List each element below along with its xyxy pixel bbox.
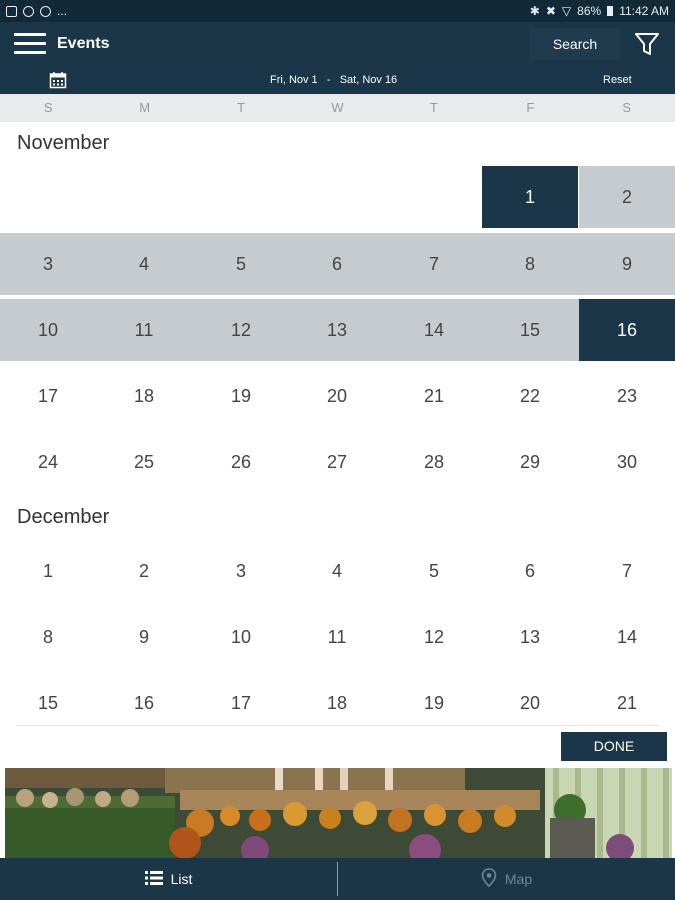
week-row: 10 11 12 13 14 15 16 [0, 299, 675, 361]
menu-icon[interactable] [14, 33, 46, 55]
maps-notification-icon [40, 5, 51, 17]
filter-icon[interactable] [632, 30, 662, 58]
day-cell[interactable]: 3 [0, 233, 96, 295]
week-row: 3 4 5 6 7 8 9 [0, 233, 675, 295]
range-separator: - [326, 74, 331, 86]
weekday-sun: S [43, 100, 53, 115]
week-row: 1 2 3 4 5 6 7 [0, 540, 675, 602]
status-more-text: ... [57, 4, 68, 18]
weekday-sat: S [622, 100, 632, 115]
tab-map-label: Map [504, 871, 533, 887]
day-cell[interactable]: 9 [579, 233, 675, 295]
day-cell-selected-end[interactable]: 16 [579, 299, 675, 361]
week-row: 24 25 26 27 28 29 30 [0, 431, 675, 493]
day-cell[interactable]: 7 [579, 540, 675, 602]
day-cell[interactable]: 11 [289, 606, 385, 668]
event-photo[interactable] [5, 768, 672, 858]
day-cell[interactable]: 24 [0, 431, 96, 493]
week-row: 8 9 10 11 12 13 14 [0, 606, 675, 668]
tab-list[interactable]: List [0, 858, 337, 900]
day-cell[interactable]: 21 [386, 365, 482, 427]
day-cell[interactable]: 3 [193, 540, 289, 602]
day-cell[interactable]: 4 [96, 233, 192, 295]
day-cell[interactable]: 25 [96, 431, 192, 493]
weekday-thu: T [429, 100, 438, 115]
weekday-fri: F [526, 100, 535, 115]
day-cell[interactable]: 1 [0, 540, 96, 602]
day-cell[interactable]: 13 [289, 299, 385, 361]
week-row: 1 2 [0, 166, 675, 228]
day-cell[interactable]: 23 [579, 365, 675, 427]
day-cell[interactable]: 28 [386, 431, 482, 493]
page-title: Events [57, 35, 110, 52]
day-cell[interactable]: 12 [193, 299, 289, 361]
day-cell-selected-start[interactable]: 1 [482, 166, 578, 228]
battery-icon [607, 6, 614, 16]
reset-button[interactable]: Reset [603, 74, 632, 86]
month-title-november: November [17, 132, 110, 154]
month-title-december: December [17, 506, 110, 528]
day-cell[interactable]: 27 [289, 431, 385, 493]
day-cell[interactable]: 29 [482, 431, 578, 493]
bluetooth-icon: ✱ [529, 4, 540, 18]
calendar-icon[interactable] [49, 71, 67, 89]
tab-list-label: List [170, 871, 193, 887]
map-pin-icon [481, 867, 497, 891]
gallery-notification-icon [6, 5, 17, 17]
app-bar: Events Search [0, 22, 675, 66]
date-range-bar: Fri, Nov 1 - Sat, Nov 16 Reset [0, 66, 675, 94]
weekday-mon: M [139, 100, 151, 115]
day-cell[interactable]: 6 [482, 540, 578, 602]
day-cell[interactable]: 5 [193, 233, 289, 295]
mute-icon: ✖ [545, 4, 556, 18]
date-range-label: Fri, Nov 1 - Sat, Nov 16 [270, 74, 397, 86]
day-cell[interactable]: 17 [0, 365, 96, 427]
day-cell[interactable]: 7 [386, 233, 482, 295]
day-cell[interactable]: 8 [482, 233, 578, 295]
clock: 11:42 AM [619, 4, 669, 18]
calendar-divider [16, 725, 659, 726]
day-cell[interactable]: 10 [0, 299, 96, 361]
day-cell[interactable]: 8 [0, 606, 96, 668]
range-start: Fri, Nov 1 [270, 74, 318, 86]
status-bar: ... ✱ ✖ ▽ 86% 11:42 AM [0, 0, 675, 22]
tab-map[interactable]: Map [338, 858, 675, 900]
day-cell[interactable]: 18 [96, 365, 192, 427]
day-cell[interactable]: 14 [579, 606, 675, 668]
day-cell[interactable]: 4 [289, 540, 385, 602]
done-button[interactable]: DONE [561, 732, 667, 761]
day-cell[interactable]: 10 [193, 606, 289, 668]
range-end: Sat, Nov 16 [339, 74, 398, 86]
search-button[interactable]: Search [530, 28, 620, 60]
day-cell[interactable]: 19 [193, 365, 289, 427]
week-row: 17 18 19 20 21 22 23 [0, 365, 675, 427]
day-cell[interactable]: 22 [482, 365, 578, 427]
day-cell[interactable]: 9 [96, 606, 192, 668]
day-cell[interactable]: 20 [289, 365, 385, 427]
day-cell[interactable]: 13 [482, 606, 578, 668]
day-cell[interactable]: 30 [579, 431, 675, 493]
day-cell[interactable]: 15 [482, 299, 578, 361]
day-cell[interactable]: 2 [96, 540, 192, 602]
weekday-tue: T [237, 100, 246, 115]
day-cell[interactable]: 26 [193, 431, 289, 493]
day-cell[interactable]: 5 [386, 540, 482, 602]
weekday-header: S M T W T F S [0, 94, 675, 122]
wifi-icon: ▽ [561, 4, 572, 18]
list-icon [144, 870, 163, 889]
day-cell[interactable]: 11 [96, 299, 192, 361]
battery-percent: 86% [577, 4, 602, 18]
day-cell[interactable]: 14 [386, 299, 482, 361]
weekday-wed: W [331, 100, 344, 115]
chrome-notification-icon [23, 5, 34, 17]
bottom-nav: List Map [0, 858, 675, 900]
day-cell[interactable]: 12 [386, 606, 482, 668]
day-cell[interactable]: 2 [579, 166, 675, 228]
day-cell[interactable]: 6 [289, 233, 385, 295]
